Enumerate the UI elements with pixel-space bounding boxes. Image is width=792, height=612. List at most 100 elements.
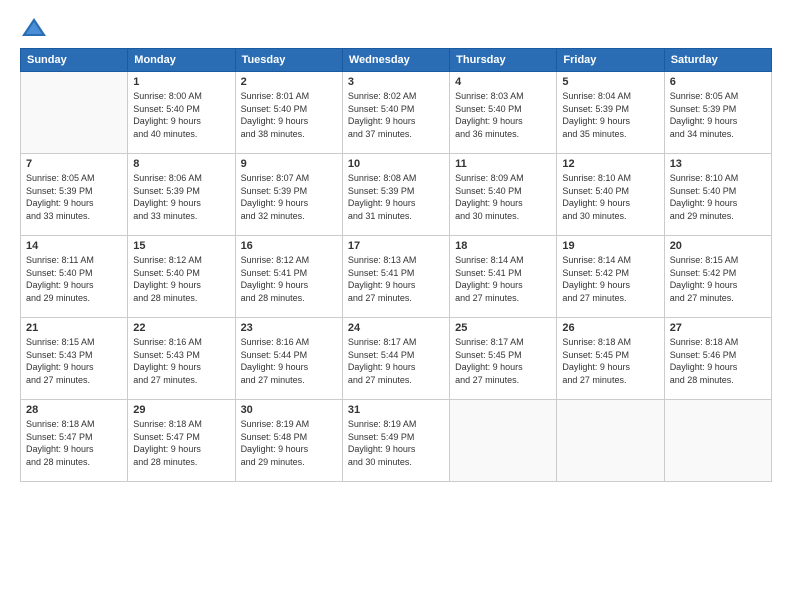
calendar-cell: 26 Sunrise: 8:18 AM Sunset: 5:45 PM Dayli… (557, 318, 664, 400)
calendar-cell: 21Sunrise: 8:15 AM Sunset: 5:43 PM Dayli… (21, 318, 128, 400)
day-number: 18 (455, 240, 551, 252)
day-info: Sunrise: 8:09 AM Sunset: 5:40 PM Dayligh… (455, 172, 551, 222)
weekday-sunday: Sunday (21, 49, 128, 72)
day-number: 9 (241, 158, 337, 170)
calendar-cell: 11 Sunrise: 8:09 AM Sunset: 5:40 PM Dayli… (450, 154, 557, 236)
calendar-cell: 31 Sunrise: 8:19 AM Sunset: 5:49 PM Dayli… (342, 400, 449, 482)
calendar-cell: 8 Sunrise: 8:06 AM Sunset: 5:39 PM Daylig… (128, 154, 235, 236)
day-info: Sunrise: 8:01 AM Sunset: 5:40 PM Dayligh… (241, 90, 337, 140)
day-number: 26 (562, 322, 658, 334)
day-number: 1 (133, 76, 229, 88)
day-number: 10 (348, 158, 444, 170)
calendar-cell: 25 Sunrise: 8:17 AM Sunset: 5:45 PM Dayli… (450, 318, 557, 400)
day-number: 13 (670, 158, 766, 170)
week-row-4: 28 Sunrise: 8:18 AM Sunset: 5:47 PM Dayli… (21, 400, 772, 482)
page: SundayMondayTuesdayWednesdayThursdayFrid… (0, 0, 792, 612)
calendar-cell: 19Sunrise: 8:14 AM Sunset: 5:42 PM Dayli… (557, 236, 664, 318)
calendar-cell: 18 Sunrise: 8:14 AM Sunset: 5:41 PM Dayli… (450, 236, 557, 318)
calendar-cell: 24Sunrise: 8:17 AM Sunset: 5:44 PM Dayli… (342, 318, 449, 400)
day-info: Sunrise: 8:10 AM Sunset: 5:40 PM Dayligh… (562, 172, 658, 222)
calendar-cell: 29Sunrise: 8:18 AM Sunset: 5:47 PM Dayli… (128, 400, 235, 482)
day-number: 31 (348, 404, 444, 416)
day-number: 20 (670, 240, 766, 252)
calendar: SundayMondayTuesdayWednesdayThursdayFrid… (20, 48, 772, 482)
day-number: 16 (241, 240, 337, 252)
week-row-3: 21Sunrise: 8:15 AM Sunset: 5:43 PM Dayli… (21, 318, 772, 400)
weekday-saturday: Saturday (664, 49, 771, 72)
day-number: 22 (133, 322, 229, 334)
day-number: 23 (241, 322, 337, 334)
calendar-cell: 22Sunrise: 8:16 AM Sunset: 5:43 PM Dayli… (128, 318, 235, 400)
week-row-0: 1Sunrise: 8:00 AM Sunset: 5:40 PM Daylig… (21, 72, 772, 154)
day-info: Sunrise: 8:12 AM Sunset: 5:40 PM Dayligh… (133, 254, 229, 304)
day-info: Sunrise: 8:18 AM Sunset: 5:46 PM Dayligh… (670, 336, 766, 386)
calendar-cell: 23 Sunrise: 8:16 AM Sunset: 5:44 PM Dayli… (235, 318, 342, 400)
calendar-cell: 28 Sunrise: 8:18 AM Sunset: 5:47 PM Dayli… (21, 400, 128, 482)
day-number: 2 (241, 76, 337, 88)
day-info: Sunrise: 8:03 AM Sunset: 5:40 PM Dayligh… (455, 90, 551, 140)
day-info: Sunrise: 8:02 AM Sunset: 5:40 PM Dayligh… (348, 90, 444, 140)
day-info: Sunrise: 8:17 AM Sunset: 5:45 PM Dayligh… (455, 336, 551, 386)
calendar-cell: 3 Sunrise: 8:02 AM Sunset: 5:40 PM Daylig… (342, 72, 449, 154)
header (20, 16, 772, 40)
calendar-cell: 20 Sunrise: 8:15 AM Sunset: 5:42 PM Dayli… (664, 236, 771, 318)
day-number: 30 (241, 404, 337, 416)
weekday-header-row: SundayMondayTuesdayWednesdayThursdayFrid… (21, 49, 772, 72)
day-info: Sunrise: 8:19 AM Sunset: 5:49 PM Dayligh… (348, 418, 444, 468)
day-number: 15 (133, 240, 229, 252)
day-number: 11 (455, 158, 551, 170)
calendar-cell: 13 Sunrise: 8:10 AM Sunset: 5:40 PM Dayli… (664, 154, 771, 236)
calendar-cell: 30 Sunrise: 8:19 AM Sunset: 5:48 PM Dayli… (235, 400, 342, 482)
calendar-cell: 7 Sunrise: 8:05 AM Sunset: 5:39 PM Daylig… (21, 154, 128, 236)
week-row-1: 7 Sunrise: 8:05 AM Sunset: 5:39 PM Daylig… (21, 154, 772, 236)
day-info: Sunrise: 8:10 AM Sunset: 5:40 PM Dayligh… (670, 172, 766, 222)
day-info: Sunrise: 8:17 AM Sunset: 5:44 PM Dayligh… (348, 336, 444, 386)
day-info: Sunrise: 8:13 AM Sunset: 5:41 PM Dayligh… (348, 254, 444, 304)
day-number: 12 (562, 158, 658, 170)
day-number: 17 (348, 240, 444, 252)
day-info: Sunrise: 8:18 AM Sunset: 5:45 PM Dayligh… (562, 336, 658, 386)
day-number: 5 (562, 76, 658, 88)
week-row-2: 14Sunrise: 8:11 AM Sunset: 5:40 PM Dayli… (21, 236, 772, 318)
day-info: Sunrise: 8:14 AM Sunset: 5:41 PM Dayligh… (455, 254, 551, 304)
day-number: 28 (26, 404, 122, 416)
weekday-tuesday: Tuesday (235, 49, 342, 72)
calendar-cell (557, 400, 664, 482)
day-number: 21 (26, 322, 122, 334)
day-info: Sunrise: 8:14 AM Sunset: 5:42 PM Dayligh… (562, 254, 658, 304)
day-info: Sunrise: 8:05 AM Sunset: 5:39 PM Dayligh… (26, 172, 122, 222)
day-number: 3 (348, 76, 444, 88)
calendar-cell: 4Sunrise: 8:03 AM Sunset: 5:40 PM Daylig… (450, 72, 557, 154)
day-info: Sunrise: 8:08 AM Sunset: 5:39 PM Dayligh… (348, 172, 444, 222)
calendar-cell: 5Sunrise: 8:04 AM Sunset: 5:39 PM Daylig… (557, 72, 664, 154)
calendar-cell: 6 Sunrise: 8:05 AM Sunset: 5:39 PM Daylig… (664, 72, 771, 154)
calendar-cell: 2 Sunrise: 8:01 AM Sunset: 5:40 PM Daylig… (235, 72, 342, 154)
weekday-wednesday: Wednesday (342, 49, 449, 72)
day-info: Sunrise: 8:18 AM Sunset: 5:47 PM Dayligh… (26, 418, 122, 468)
logo (20, 16, 52, 40)
day-number: 27 (670, 322, 766, 334)
day-number: 7 (26, 158, 122, 170)
day-number: 29 (133, 404, 229, 416)
calendar-cell: 9Sunrise: 8:07 AM Sunset: 5:39 PM Daylig… (235, 154, 342, 236)
calendar-cell (21, 72, 128, 154)
day-info: Sunrise: 8:06 AM Sunset: 5:39 PM Dayligh… (133, 172, 229, 222)
calendar-cell: 15 Sunrise: 8:12 AM Sunset: 5:40 PM Dayli… (128, 236, 235, 318)
calendar-cell: 17 Sunrise: 8:13 AM Sunset: 5:41 PM Dayli… (342, 236, 449, 318)
day-number: 8 (133, 158, 229, 170)
weekday-friday: Friday (557, 49, 664, 72)
day-info: Sunrise: 8:05 AM Sunset: 5:39 PM Dayligh… (670, 90, 766, 140)
calendar-cell: 10 Sunrise: 8:08 AM Sunset: 5:39 PM Dayli… (342, 154, 449, 236)
day-info: Sunrise: 8:15 AM Sunset: 5:42 PM Dayligh… (670, 254, 766, 304)
weekday-thursday: Thursday (450, 49, 557, 72)
day-number: 25 (455, 322, 551, 334)
day-info: Sunrise: 8:11 AM Sunset: 5:40 PM Dayligh… (26, 254, 122, 304)
day-info: Sunrise: 8:12 AM Sunset: 5:41 PM Dayligh… (241, 254, 337, 304)
calendar-cell: 12 Sunrise: 8:10 AM Sunset: 5:40 PM Dayli… (557, 154, 664, 236)
day-info: Sunrise: 8:19 AM Sunset: 5:48 PM Dayligh… (241, 418, 337, 468)
calendar-cell: 27 Sunrise: 8:18 AM Sunset: 5:46 PM Dayli… (664, 318, 771, 400)
day-number: 6 (670, 76, 766, 88)
calendar-cell: 14Sunrise: 8:11 AM Sunset: 5:40 PM Dayli… (21, 236, 128, 318)
day-info: Sunrise: 8:16 AM Sunset: 5:44 PM Dayligh… (241, 336, 337, 386)
calendar-cell: 16 Sunrise: 8:12 AM Sunset: 5:41 PM Dayli… (235, 236, 342, 318)
